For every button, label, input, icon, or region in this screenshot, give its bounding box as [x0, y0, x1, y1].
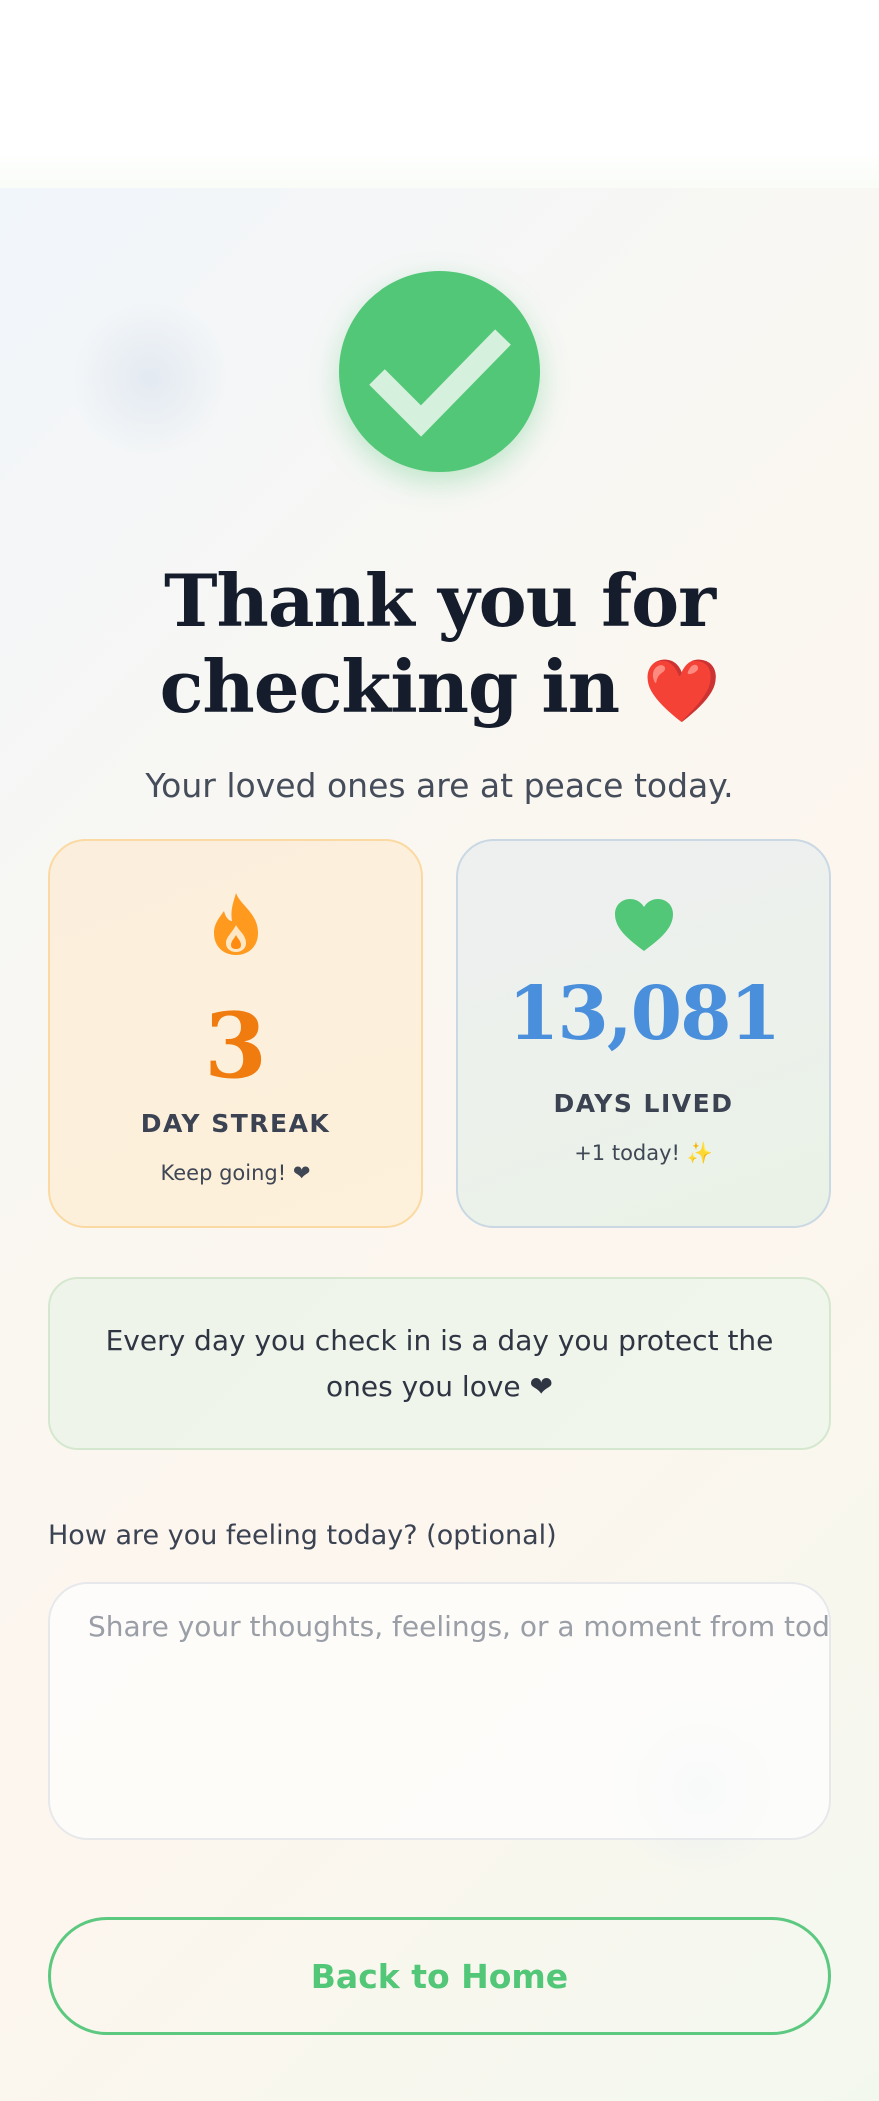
- days-lived-value: 13,081: [507, 971, 781, 1057]
- checkmark-circle-icon: [339, 271, 540, 472]
- streak-note: Keep going! ❤: [160, 1161, 311, 1185]
- encouragement-text: Every day you check in is a day you prot…: [105, 1323, 774, 1403]
- back-to-home-button[interactable]: Back to Home: [48, 1917, 831, 2035]
- top-spacer: [0, 0, 879, 188]
- feeling-input[interactable]: [48, 1582, 831, 1840]
- flame-icon: [50, 891, 421, 961]
- page-title: Thank you for checking in ❤️: [40, 558, 839, 734]
- page-subtitle: Your loved ones are at peace today.: [145, 766, 734, 805]
- streak-label: DAY STREAK: [140, 1109, 331, 1138]
- days-lived-note: +1 today! ✨: [574, 1141, 713, 1165]
- heart-icon: [458, 897, 829, 957]
- feeling-label: How are you feeling today? (optional): [48, 1520, 557, 1551]
- heart-emoji: ❤️: [643, 654, 720, 727]
- days-lived-card: 13,081 DAYS LIVED +1 today! ✨: [456, 839, 831, 1228]
- page-title-text: Thank you for checking in: [159, 558, 716, 729]
- days-lived-label: DAYS LIVED: [553, 1089, 734, 1118]
- streak-value: 3: [204, 993, 267, 1099]
- encouragement-message: Every day you check in is a day you prot…: [48, 1277, 831, 1450]
- streak-card: 3 DAY STREAK Keep going! ❤: [48, 839, 423, 1228]
- checkin-success-screen: Thank you for checking in ❤️ Your loved …: [0, 188, 879, 2101]
